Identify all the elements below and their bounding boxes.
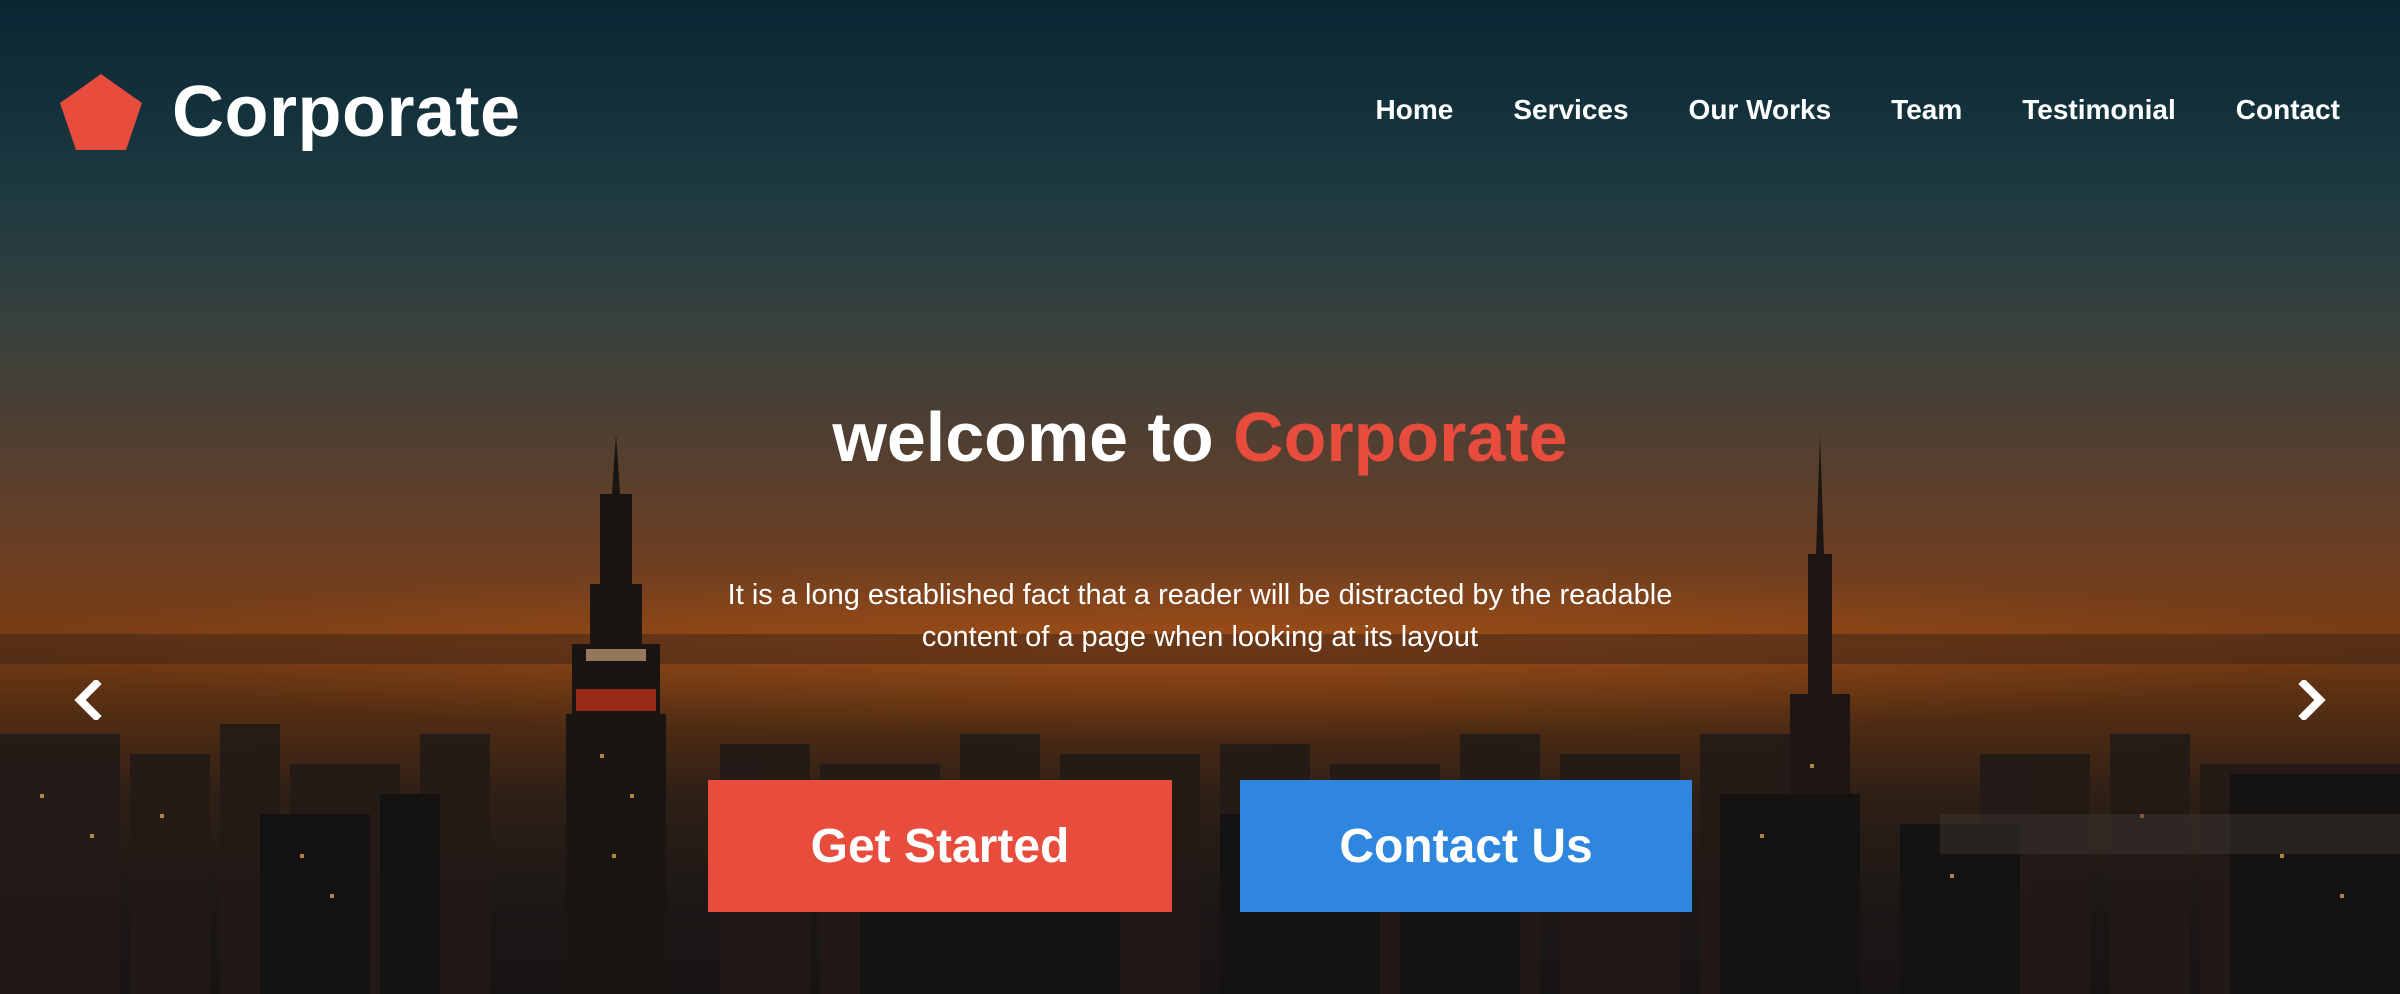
hero-subtext: It is a long established fact that a rea… <box>600 574 1800 658</box>
chevron-left-icon <box>74 680 102 720</box>
city-skyline-background <box>0 434 2400 994</box>
get-started-button[interactable]: Get Started <box>708 780 1172 912</box>
nav-item-home[interactable]: Home <box>1376 96 1454 124</box>
subtext-line-1: It is a long established fact that a rea… <box>727 579 1673 611</box>
headline-accent: Corporate <box>1233 398 1568 476</box>
nav-item-team[interactable]: Team <box>1891 96 1962 124</box>
hero-banner: Corporate Home Services Our Works Team T… <box>0 0 2400 994</box>
nav-item-testimonial[interactable]: Testimonial <box>2022 96 2176 124</box>
brand-name: Corporate <box>172 72 521 152</box>
carousel-prev-button[interactable] <box>68 676 108 724</box>
contact-us-button[interactable]: Contact Us <box>1240 780 1692 912</box>
brand-logo[interactable]: Corporate <box>58 70 521 154</box>
headline-prefix: welcome to <box>832 398 1214 476</box>
nav-item-our-works[interactable]: Our Works <box>1689 96 1832 124</box>
main-nav: Home Services Our Works Team Testimonial… <box>1376 96 2340 124</box>
pentagon-icon <box>60 74 142 150</box>
subtext-line-2: content of a page when looking at its la… <box>921 621 1479 653</box>
hero-headline: welcome to Corporate <box>0 402 2400 472</box>
carousel-next-button[interactable] <box>2292 676 2332 724</box>
nav-item-services[interactable]: Services <box>1513 96 1628 124</box>
nav-item-contact[interactable]: Contact <box>2236 96 2340 124</box>
chevron-right-icon <box>2298 680 2326 720</box>
